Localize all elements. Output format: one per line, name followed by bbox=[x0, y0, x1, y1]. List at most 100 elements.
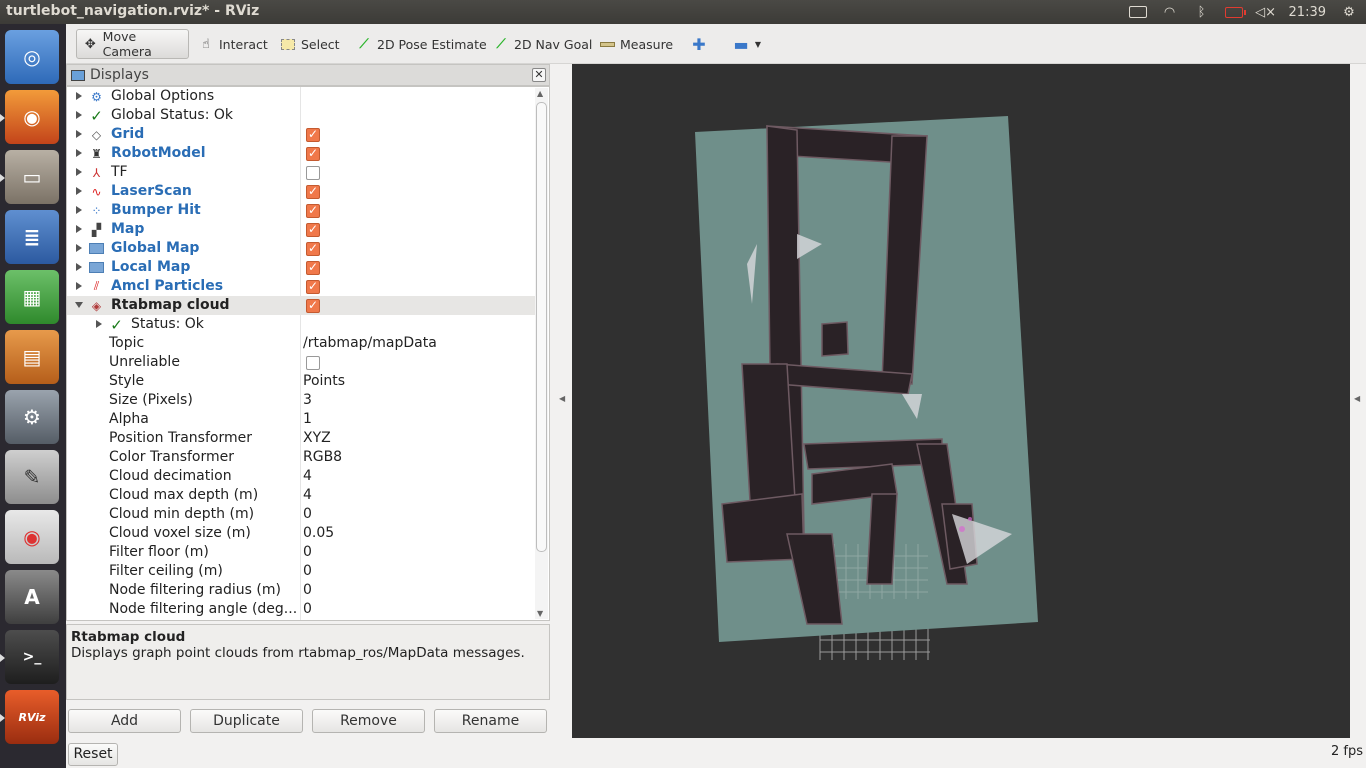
collapse-left-icon[interactable]: ◀ bbox=[559, 394, 565, 403]
property-row[interactable]: Topic /rtabmap/mapData bbox=[67, 334, 535, 353]
pose-estimate-button[interactable]: ⟋ 2D Pose Estimate bbox=[350, 29, 493, 59]
tree-item-grid[interactable]: ◇ Grid bbox=[67, 125, 535, 144]
expand-arrow-icon[interactable] bbox=[76, 263, 82, 271]
enable-checkbox[interactable] bbox=[306, 279, 320, 294]
tree-item-global-map[interactable]: Global Map bbox=[67, 239, 535, 258]
property-row[interactable]: Cloud min depth (m) 0 bbox=[67, 505, 535, 524]
displays-tree[interactable]: ⚙ Global Options ✓ Global Status: Ok ◇ G… bbox=[66, 86, 550, 621]
bluetooth-icon[interactable]: ᛒ bbox=[1193, 5, 1211, 20]
expand-arrow-icon[interactable] bbox=[76, 168, 82, 176]
tree-item-status-ok[interactable]: ✓ Status: Ok bbox=[67, 315, 535, 334]
keyboard-icon[interactable] bbox=[1128, 5, 1147, 19]
tree-item-bumper-hit[interactable]: ⁘ Bumper Hit bbox=[67, 201, 535, 220]
enable-checkbox[interactable] bbox=[306, 260, 320, 275]
property-row[interactable]: Node filtering angle (deg... 0 bbox=[67, 600, 535, 619]
nav-goal-button[interactable]: ⟋ 2D Nav Goal bbox=[487, 29, 598, 59]
unreliable-checkbox[interactable] bbox=[306, 356, 320, 370]
files-icon[interactable]: ▭ bbox=[0, 150, 59, 204]
property-row[interactable]: Node filtering radius (m) 0 bbox=[67, 581, 535, 600]
enable-checkbox[interactable] bbox=[306, 166, 320, 180]
property-row[interactable]: Color Transformer RGB8 bbox=[67, 448, 535, 467]
tree-item-robotmodel[interactable]: ♜ RobotModel bbox=[67, 144, 535, 163]
property-row[interactable]: Position Transformer XYZ bbox=[67, 429, 535, 448]
property-row[interactable]: Alpha 1 bbox=[67, 410, 535, 429]
battery-icon[interactable] bbox=[1224, 5, 1246, 19]
tree-item-rtabmap-cloud[interactable]: ◈ Rtabmap cloud bbox=[67, 296, 535, 315]
volume-icon[interactable]: ◁× bbox=[1255, 5, 1276, 20]
expand-arrow-icon[interactable] bbox=[76, 187, 82, 195]
right-splitter[interactable]: ◀ bbox=[1350, 64, 1366, 738]
expand-arrow-icon[interactable] bbox=[96, 320, 102, 328]
left-splitter[interactable]: ◀ bbox=[552, 64, 572, 738]
chrome-icon[interactable]: ◉ bbox=[5, 510, 59, 564]
measure-button[interactable]: Measure bbox=[593, 29, 679, 59]
expand-arrow-icon[interactable] bbox=[76, 149, 82, 157]
writer-icon[interactable]: ≣ bbox=[5, 210, 59, 264]
clock[interactable]: 21:39 bbox=[1289, 5, 1326, 20]
enable-checkbox[interactable] bbox=[306, 298, 320, 313]
expand-arrow-icon[interactable] bbox=[76, 225, 82, 233]
expand-arrow-icon[interactable] bbox=[76, 282, 82, 290]
enable-checkbox[interactable] bbox=[306, 222, 320, 237]
enable-checkbox[interactable] bbox=[306, 127, 320, 142]
remove-tool-button[interactable]: ▬ ▼ bbox=[727, 29, 768, 59]
property-row[interactable]: Style Points bbox=[67, 372, 535, 391]
scroll-up-icon[interactable]: ▲ bbox=[537, 89, 543, 98]
expand-arrow-icon[interactable] bbox=[76, 111, 82, 119]
status-bar: Reset 2 fps bbox=[66, 740, 1366, 768]
rename-button[interactable]: Rename bbox=[434, 709, 547, 733]
scroll-down-icon[interactable]: ▼ bbox=[537, 609, 543, 618]
expand-arrow-icon[interactable] bbox=[76, 130, 82, 138]
impress-icon[interactable]: ▤ bbox=[5, 330, 59, 384]
tree-item-amcl-particles[interactable]: ⫽ Amcl Particles bbox=[67, 277, 535, 296]
particles-icon: ⫽ bbox=[93, 279, 100, 293]
calc-icon[interactable]: ▦ bbox=[5, 270, 59, 324]
add-tool-button[interactable]: ✚ bbox=[685, 29, 713, 59]
expand-arrow-icon[interactable] bbox=[76, 244, 82, 252]
close-icon[interactable]: ✕ bbox=[532, 68, 546, 82]
tree-scrollbar[interactable]: ▲ ▼ bbox=[535, 88, 548, 619]
tree-item-tf[interactable]: ⅄ TF bbox=[67, 163, 535, 182]
updater-icon[interactable]: A bbox=[5, 570, 59, 624]
duplicate-button[interactable]: Duplicate bbox=[190, 709, 303, 733]
3d-view[interactable] bbox=[572, 64, 1350, 738]
enable-checkbox[interactable] bbox=[306, 203, 320, 218]
property-row[interactable]: Filter floor (m) 0 bbox=[67, 543, 535, 562]
terminal-icon[interactable]: >_ bbox=[0, 630, 59, 684]
select-button[interactable]: Select bbox=[274, 29, 346, 59]
scrollbar-thumb[interactable] bbox=[536, 102, 547, 552]
property-row[interactable]: Cloud max depth (m) 4 bbox=[67, 486, 535, 505]
rviz-icon[interactable]: RViz bbox=[0, 690, 59, 744]
monitor-icon bbox=[71, 69, 85, 81]
tree-item-map[interactable]: ▞ Map bbox=[67, 220, 535, 239]
tree-item-laserscan[interactable]: ∿ LaserScan bbox=[67, 182, 535, 201]
property-row[interactable]: Filter ceiling (m) 0 bbox=[67, 562, 535, 581]
remove-button[interactable]: Remove bbox=[312, 709, 425, 733]
firefox-icon[interactable]: ◉ bbox=[0, 90, 59, 144]
property-row[interactable]: Cloud voxel size (m) 0.05 bbox=[67, 524, 535, 543]
collapse-arrow-icon[interactable] bbox=[75, 302, 83, 308]
enable-checkbox[interactable] bbox=[306, 146, 320, 161]
enable-checkbox[interactable] bbox=[306, 184, 320, 199]
collapse-right-icon[interactable]: ◀ bbox=[1354, 394, 1360, 403]
tree-item-global-options[interactable]: ⚙ Global Options bbox=[67, 87, 535, 106]
property-row[interactable]: Unreliable bbox=[67, 353, 535, 372]
hand-icon: ☝ bbox=[202, 36, 210, 52]
gear-icon[interactable]: ⚙ bbox=[1340, 5, 1358, 20]
tree-item-local-map[interactable]: Local Map bbox=[67, 258, 535, 277]
tree-item-global-status[interactable]: ✓ Global Status: Ok bbox=[67, 106, 535, 125]
reset-button[interactable]: Reset bbox=[68, 743, 118, 766]
add-button[interactable]: Add bbox=[68, 709, 181, 733]
wifi-icon[interactable]: ◠ bbox=[1161, 5, 1179, 20]
property-row[interactable]: Size (Pixels) 3 bbox=[67, 391, 535, 410]
enable-checkbox[interactable] bbox=[306, 241, 320, 256]
description-title: Rtabmap cloud bbox=[71, 629, 186, 645]
settings-icon[interactable]: ⚙ bbox=[5, 390, 59, 444]
text-editor-icon[interactable]: ✎ bbox=[5, 450, 59, 504]
ubuntu-icon[interactable]: ◎ bbox=[5, 30, 59, 84]
interact-button[interactable]: ☝ Interact bbox=[192, 29, 274, 59]
property-row[interactable]: Cloud decimation 4 bbox=[67, 467, 535, 486]
expand-arrow-icon[interactable] bbox=[76, 206, 82, 214]
move-camera-button[interactable]: ✥ Move Camera bbox=[76, 29, 189, 59]
expand-arrow-icon[interactable] bbox=[76, 92, 82, 100]
